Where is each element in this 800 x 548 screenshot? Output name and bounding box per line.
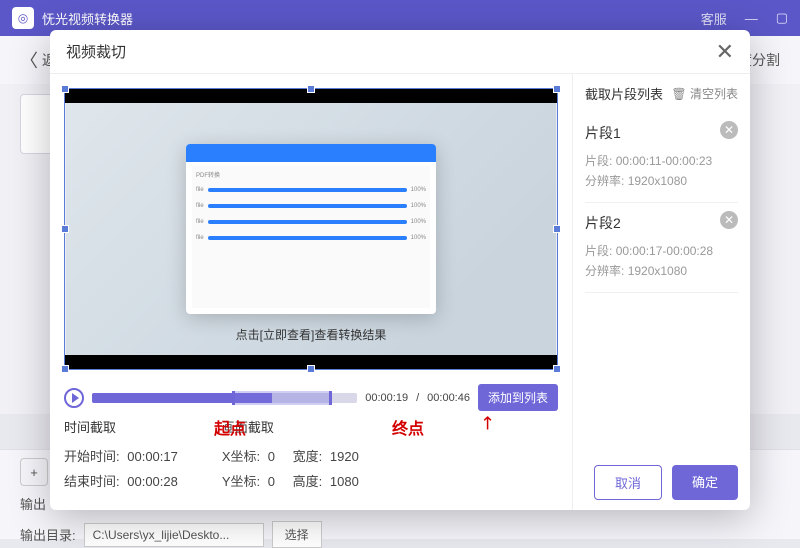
crop-handle[interactable]: [61, 365, 69, 373]
maximize-icon[interactable]: ▢: [776, 10, 788, 26]
timeline-track[interactable]: [92, 393, 357, 403]
outdir-path: C:\Users\yx_lijie\Deskto...: [84, 523, 264, 547]
height-label: 高度:: [293, 474, 323, 489]
clip-range: 00:00:11-00:00:23: [616, 154, 713, 168]
clear-list-button[interactable]: 🗑 清空列表: [671, 85, 738, 102]
outdir-label: 输出目录:: [20, 525, 76, 544]
play-button[interactable]: [64, 388, 84, 408]
width-label: 宽度:: [293, 449, 323, 464]
clip-item[interactable]: 片段2 片段: 00:00:17-00:00:28 分辨率: 1920x1080…: [585, 203, 738, 293]
minimize-icon[interactable]: —: [745, 11, 758, 26]
annot-end: 终点: [392, 415, 424, 439]
crop-handle[interactable]: [307, 365, 315, 373]
preview-content: PDF转换 file100% file100% file100% file100…: [186, 144, 436, 314]
end-time-value[interactable]: 00:00:28: [127, 474, 178, 489]
height-value[interactable]: 1080: [330, 474, 359, 489]
clip-name: 片段2: [585, 213, 738, 233]
timeline-segment[interactable]: [232, 391, 332, 405]
app-title: 怃光视频转换器: [42, 9, 133, 28]
clip-list-header: 截取片段列表: [585, 84, 663, 103]
x-value[interactable]: 0: [268, 449, 275, 464]
modal-header: 视频裁切 ✕: [50, 30, 750, 74]
end-time-label: 结束时间:: [64, 474, 120, 489]
start-time-label: 开始时间:: [64, 449, 120, 464]
crop-handle[interactable]: [61, 225, 69, 233]
back-icon[interactable]: 〈: [20, 47, 38, 73]
preview-crop-frame[interactable]: PDF转换 file100% file100% file100% file100…: [64, 88, 558, 370]
modal-title: 视频裁切: [66, 41, 126, 62]
clip-res: 1920x1080: [628, 264, 687, 278]
crop-handle[interactable]: [553, 365, 561, 373]
time-total: 00:00:46: [427, 392, 470, 404]
delete-clip-icon[interactable]: ✕: [720, 211, 738, 229]
time-crop-header: 时间截取: [64, 417, 192, 436]
start-time-value[interactable]: 00:00:17: [127, 449, 178, 464]
clip-name: 片段1: [585, 123, 738, 143]
crop-handle[interactable]: [553, 225, 561, 233]
y-value[interactable]: 0: [268, 474, 275, 489]
clip-item[interactable]: 片段1 片段: 00:00:11-00:00:23 分辨率: 1920x1080…: [585, 113, 738, 203]
crop-modal: 视频裁切 ✕ PDF转换 file100% file100% file100%: [50, 30, 750, 510]
crop-handle[interactable]: [553, 85, 561, 93]
add-file-button[interactable]: +: [20, 458, 48, 486]
clip-res: 1920x1080: [628, 174, 687, 188]
y-label: Y坐标:: [222, 474, 260, 489]
time-current: 00:00:19: [365, 392, 408, 404]
output-label: 输出: [20, 494, 46, 513]
customer-service-link[interactable]: 客服: [701, 9, 727, 28]
x-label: X坐标:: [222, 449, 260, 464]
close-icon[interactable]: ✕: [716, 39, 734, 65]
cancel-button[interactable]: 取消: [594, 465, 662, 500]
video-preview: PDF转换 file100% file100% file100% file100…: [65, 89, 557, 369]
width-value[interactable]: 1920: [330, 449, 359, 464]
clip-range: 00:00:17-00:00:28: [616, 244, 713, 258]
annot-start: 起点: [214, 415, 246, 439]
crop-handle[interactable]: [61, 85, 69, 93]
delete-clip-icon[interactable]: ✕: [720, 121, 738, 139]
preview-tip: 点击[立即查看]查看转换结果: [65, 326, 557, 343]
ok-button[interactable]: 确定: [672, 465, 738, 500]
browse-button[interactable]: 选择: [272, 521, 322, 548]
app-logo-icon: ◎: [12, 7, 34, 29]
crop-handle[interactable]: [307, 85, 315, 93]
